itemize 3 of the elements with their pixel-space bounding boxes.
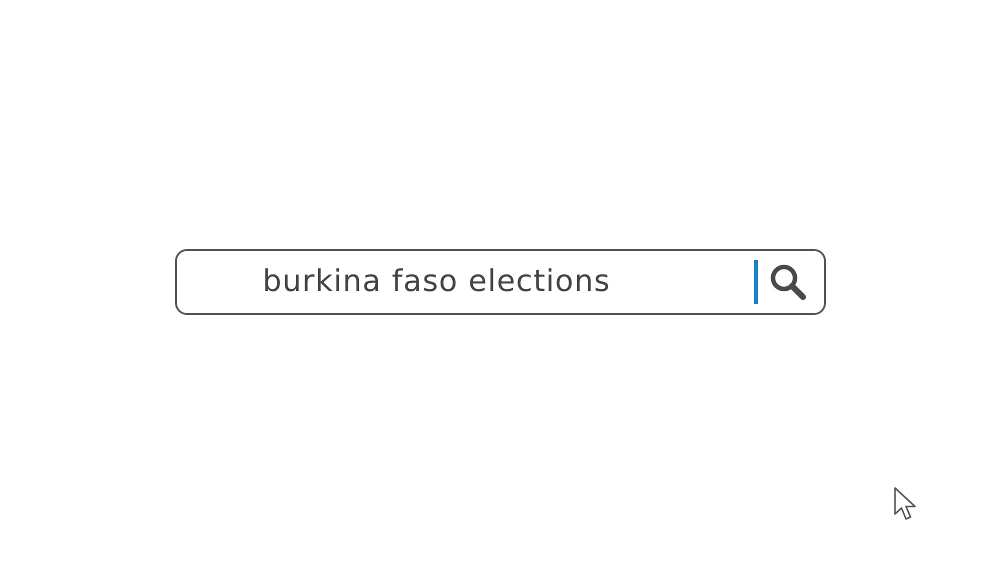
search-field[interactable]: burkina faso elections [262, 264, 754, 299]
search-bar[interactable]: burkina faso elections [174, 248, 826, 314]
text-cursor [754, 260, 758, 304]
